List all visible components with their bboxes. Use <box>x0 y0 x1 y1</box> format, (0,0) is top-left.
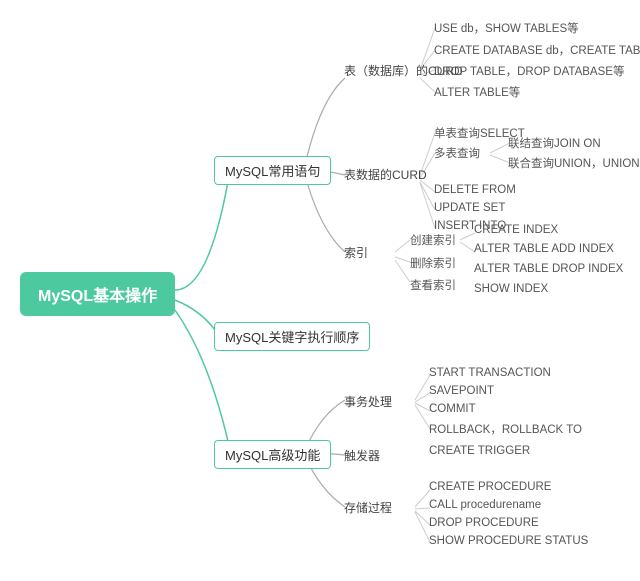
node-show-index: 查看索引 <box>410 277 456 293</box>
leaf-rollback: ROLLBACK，ROLLBACK TO <box>429 421 582 437</box>
leaf-create-db: CREATE DATABASE db，CREATE TABLE等 <box>434 42 640 58</box>
leaf-alter-drop-index: ALTER TABLE DROP INDEX <box>474 263 623 275</box>
leaf-alter-table: ALTER TABLE等 <box>434 84 520 100</box>
leaf-union: 联合查询UNION，UNION ALL <box>508 155 640 171</box>
node-keyword-order: MySQL关键字执行顺序 <box>214 322 370 351</box>
leaf-savepoint: SAVEPOINT <box>429 385 494 397</box>
leaf-show-index: SHOW INDEX <box>474 283 548 295</box>
leaf-alter-add-index: ALTER TABLE ADD INDEX <box>474 243 614 255</box>
node-delete: DELETE FROM <box>434 184 516 196</box>
leaf-commit: COMMIT <box>429 403 476 415</box>
leaf-create-procedure: CREATE PROCEDURE <box>429 481 551 493</box>
node-index: 索引 <box>344 244 368 261</box>
mind-map: MySQL基本操作 MySQL常用语句 表（数据库）的CURD USE db，S… <box>0 0 640 581</box>
node-create-index: 创建索引 <box>410 232 456 248</box>
leaf-show-procedure-status: SHOW PROCEDURE STATUS <box>429 535 588 547</box>
node-mysql-common: MySQL常用语句 <box>214 156 331 185</box>
leaf-join-on: 联结查询JOIN ON <box>508 135 601 151</box>
leaf-start-transaction: START TRANSACTION <box>429 367 551 379</box>
leaf-create-trigger: CREATE TRIGGER <box>429 445 530 457</box>
node-transaction: 事务处理 <box>344 393 392 410</box>
leaf-drop-procedure: DROP PROCEDURE <box>429 517 539 529</box>
node-drop-index: 删除索引 <box>410 255 456 271</box>
root-node: MySQL基本操作 <box>20 272 175 316</box>
node-advanced: MySQL高级功能 <box>214 440 331 469</box>
node-tabledata-curd: 表数据的CURD <box>344 166 427 183</box>
leaf-drop-table: DROP TABLE，DROP DATABASE等 <box>434 63 624 79</box>
leaf-use-db: USE db，SHOW TABLES等 <box>434 20 579 36</box>
node-trigger: 触发器 <box>344 447 380 464</box>
node-multi-query: 多表查询 <box>434 145 480 161</box>
leaf-create-index: CREATE INDEX <box>474 224 558 236</box>
leaf-call-procedure: CALL procedurename <box>429 499 541 511</box>
node-procedure: 存储过程 <box>344 499 392 516</box>
node-update: UPDATE SET <box>434 202 505 214</box>
